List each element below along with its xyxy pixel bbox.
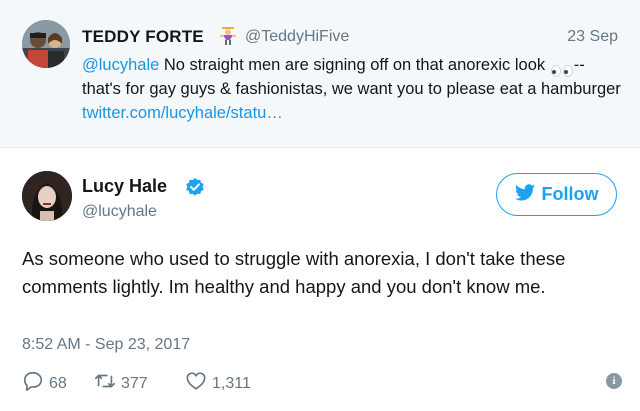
twitter-bird-icon [514,183,535,206]
parent-author-handle[interactable]: @TeddyHiFive [245,28,349,46]
tweet-link[interactable]: twitter.com/lucyhale/statu… [82,104,283,122]
reply-icon [22,370,44,397]
tweet-actions: 68 377 1,311 i [22,370,622,396]
eyes-icon [550,60,574,77]
parent-author-name[interactable]: TEDDY FORTE [82,27,204,47]
retweet-icon [94,370,116,397]
parent-tweet[interactable]: TEDDY FORTE @TeddyHiFive 23 Sep @lucyhal… [0,0,640,148]
like-count: 1,311 [212,374,251,392]
parent-tweet-text: @lucyhale No straight men are signing of… [82,53,622,125]
like-icon [185,370,207,397]
parent-text-part1: No straight men are signing off on that … [159,56,550,74]
emoji-icon [219,26,237,46]
verified-badge-icon [185,177,205,197]
tweet-text: As someone who used to struggle with ano… [22,248,566,297]
tweet-author-name[interactable]: Lucy Hale [82,176,167,197]
tweet-timestamp[interactable]: 8:52 AM - Sep 23, 2017 [22,336,190,354]
mention-link[interactable]: @lucyhale [82,56,159,74]
retweet-count: 377 [121,374,148,392]
parent-date[interactable]: 23 Sep [567,28,618,46]
tweet-avatar[interactable] [22,171,72,221]
retweet-button[interactable]: 377 [94,370,148,397]
reply-button[interactable]: 68 [22,370,67,397]
info-icon[interactable]: i [606,373,622,389]
tweet-author-handle[interactable]: @lucyhale [82,203,157,221]
parent-avatar[interactable] [22,20,70,68]
follow-label: Follow [541,184,599,204]
follow-button[interactable]: Follow [496,173,617,216]
reply-count: 68 [49,374,67,392]
like-button[interactable]: 1,311 [185,370,251,397]
